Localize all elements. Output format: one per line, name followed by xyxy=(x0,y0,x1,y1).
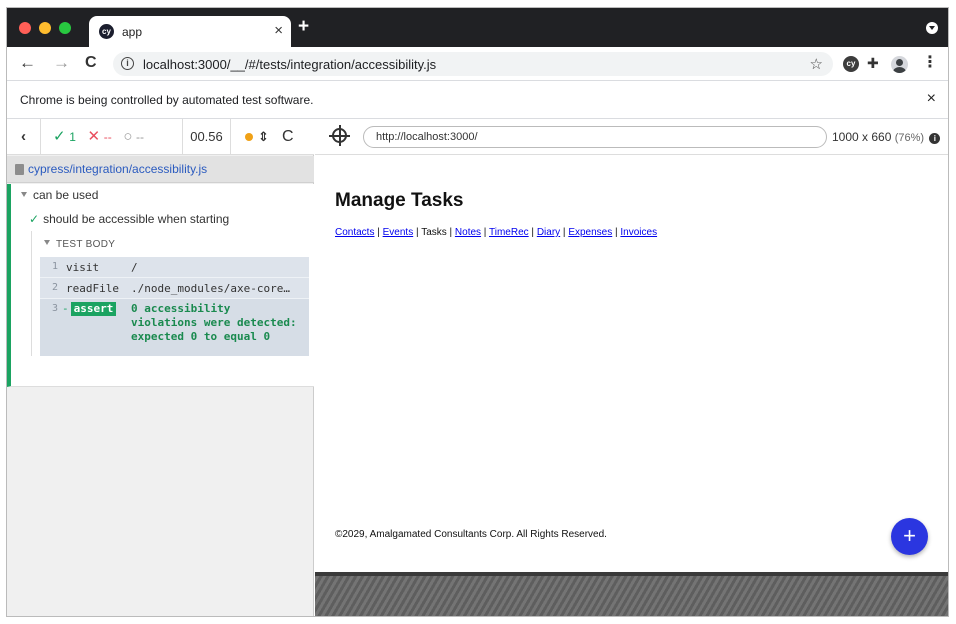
rerun-tests-icon[interactable]: C xyxy=(282,119,294,155)
running-status-dot-icon xyxy=(245,133,253,141)
file-icon xyxy=(15,164,24,175)
page-title: Manage Tasks xyxy=(335,190,464,211)
address-url: localhost:3000/__/#/tests/integration/ac… xyxy=(143,57,437,72)
browser-tab[interactable]: cy app × xyxy=(89,16,291,47)
forward-arrow-icon[interactable]: → xyxy=(53,53,70,73)
app-navigation: Contacts | Events | Tasks | Notes | Time… xyxy=(335,227,658,238)
nav-link-notes[interactable]: Notes xyxy=(455,227,481,238)
pending-circle-icon: ○ xyxy=(123,128,133,145)
aut-empty-area xyxy=(315,572,948,616)
pending-count: -- xyxy=(136,130,145,144)
back-arrow-icon[interactable]: ← xyxy=(19,53,36,73)
nav-link-diary[interactable]: Diary xyxy=(537,227,560,238)
test-body-label[interactable]: TEST BODY xyxy=(44,239,115,250)
app-preview: Manage Tasks Contacts | Events | Tasks |… xyxy=(315,156,948,572)
extensions-puzzle-icon[interactable]: ✚ xyxy=(867,55,879,72)
infobar-close-icon[interactable]: × xyxy=(927,90,936,108)
automation-infobar: Chrome is being controlled by automated … xyxy=(7,81,948,119)
command-name: readFile xyxy=(66,282,119,295)
nav-current-tasks: Tasks xyxy=(421,227,447,238)
auto-scroll-arrows-icon[interactable]: ⇕ xyxy=(258,119,269,155)
address-bar[interactable]: i localhost:3000/__/#/tests/integration/… xyxy=(113,52,833,76)
nav-link-invoices[interactable]: Invoices xyxy=(620,227,657,238)
test-body-caret-icon xyxy=(44,240,50,245)
command-name: visit xyxy=(66,261,100,274)
suite-title: can be used xyxy=(33,188,99,202)
browser-toolbar: ← → C i localhost:3000/__/#/tests/integr… xyxy=(7,47,948,81)
command-number: 2 xyxy=(51,282,58,293)
cypress-extension-icon[interactable]: cy xyxy=(843,56,859,72)
test-title: should be accessible when starting xyxy=(43,212,230,226)
aut-url-field[interactable]: http://localhost:3000/ xyxy=(363,126,827,148)
site-info-icon[interactable]: i xyxy=(121,57,134,70)
test-suite: can be used ✓ should be accessible when s… xyxy=(7,184,314,387)
assert-badge: assert xyxy=(70,302,117,316)
infobar-message: Chrome is being controlled by automated … xyxy=(20,93,314,107)
command-row[interactable]: 3 - assert 0 accessibility violations wer… xyxy=(40,299,309,356)
failed-x-icon: ✕ xyxy=(87,128,101,145)
command-message: / xyxy=(131,261,138,274)
nav-link-events[interactable]: Events xyxy=(383,227,414,238)
viewport-info-icon: i xyxy=(929,133,941,144)
profile-avatar-icon[interactable] xyxy=(891,56,908,73)
runner-controls: ⇕ C xyxy=(231,119,314,155)
back-to-specs-button[interactable]: ‹ xyxy=(7,119,41,155)
command-number: 1 xyxy=(51,261,58,272)
minimize-window-button[interactable] xyxy=(39,22,51,34)
suite-title-row[interactable]: can be used xyxy=(21,188,98,202)
nav-link-contacts[interactable]: Contacts xyxy=(335,227,374,238)
cypress-runner-panel: ‹ ✓ 1 ✕ -- ○ -- 00.56 ⇕ C cypress/integr… xyxy=(7,119,314,616)
test-passed-check-icon: ✓ xyxy=(29,212,40,226)
new-tab-button[interactable]: + xyxy=(298,17,309,37)
assert-command: - assert xyxy=(62,302,117,316)
viewport-info[interactable]: 1000 x 660 (76%) i xyxy=(832,130,941,144)
add-task-button[interactable]: + xyxy=(891,518,928,555)
browser-menu-icon[interactable]: ⋮ xyxy=(922,54,938,72)
maximize-window-button[interactable] xyxy=(59,22,71,34)
command-row[interactable]: 2 readFile ./node_modules/axe-core… xyxy=(40,278,309,299)
command-message: ./node_modules/axe-core… xyxy=(131,282,290,295)
nav-link-expenses[interactable]: Expenses xyxy=(568,227,612,238)
passed-check-icon: ✓ xyxy=(53,128,66,145)
nav-link-timerec[interactable]: TimeRec xyxy=(489,227,529,238)
bookmark-star-icon[interactable]: ☆ xyxy=(810,55,823,73)
test-title-row[interactable]: ✓ should be accessible when starting xyxy=(29,212,229,226)
collapse-caret-icon xyxy=(21,192,27,197)
tab-search-icon[interactable] xyxy=(926,22,938,34)
tab-close-icon[interactable]: × xyxy=(274,22,283,40)
failed-count: -- xyxy=(103,130,112,144)
page-footer: ©2029, Amalgamated Consultants Corp. All… xyxy=(335,529,607,540)
command-log: 1 visit / 2 readFile ./node_modules/axe-… xyxy=(40,257,309,356)
command-number: 3 xyxy=(51,303,58,314)
aut-header: http://localhost:3000/ 1000 x 660 (76%) … xyxy=(315,119,948,155)
browser-window: cy app × + ← → C i localhost:3000/__/#/t… xyxy=(6,7,949,617)
title-bar: cy app × + xyxy=(7,8,948,47)
spec-file-link[interactable]: cypress/integration/accessibility.js xyxy=(28,162,207,176)
test-stats: ✓ 1 ✕ -- ○ -- xyxy=(41,119,183,155)
command-row[interactable]: 1 visit / xyxy=(40,257,309,278)
run-duration: 00.56 xyxy=(183,119,231,155)
spec-file-bar: cypress/integration/accessibility.js xyxy=(7,156,314,183)
runner-header: ‹ ✓ 1 ✕ -- ○ -- 00.56 ⇕ C xyxy=(7,119,314,155)
cypress-favicon-icon: cy xyxy=(99,24,114,39)
reload-icon[interactable]: C xyxy=(85,53,97,73)
assert-message: 0 accessibility violations were detected… xyxy=(131,302,297,343)
test-body-section: TEST BODY 1 visit / 2 readFile ./node_mo… xyxy=(31,231,311,356)
selector-playground-crosshair-icon[interactable] xyxy=(329,125,350,146)
passed-count: 1 xyxy=(69,130,76,144)
tab-title: app xyxy=(122,25,143,39)
close-window-button[interactable] xyxy=(19,22,31,34)
